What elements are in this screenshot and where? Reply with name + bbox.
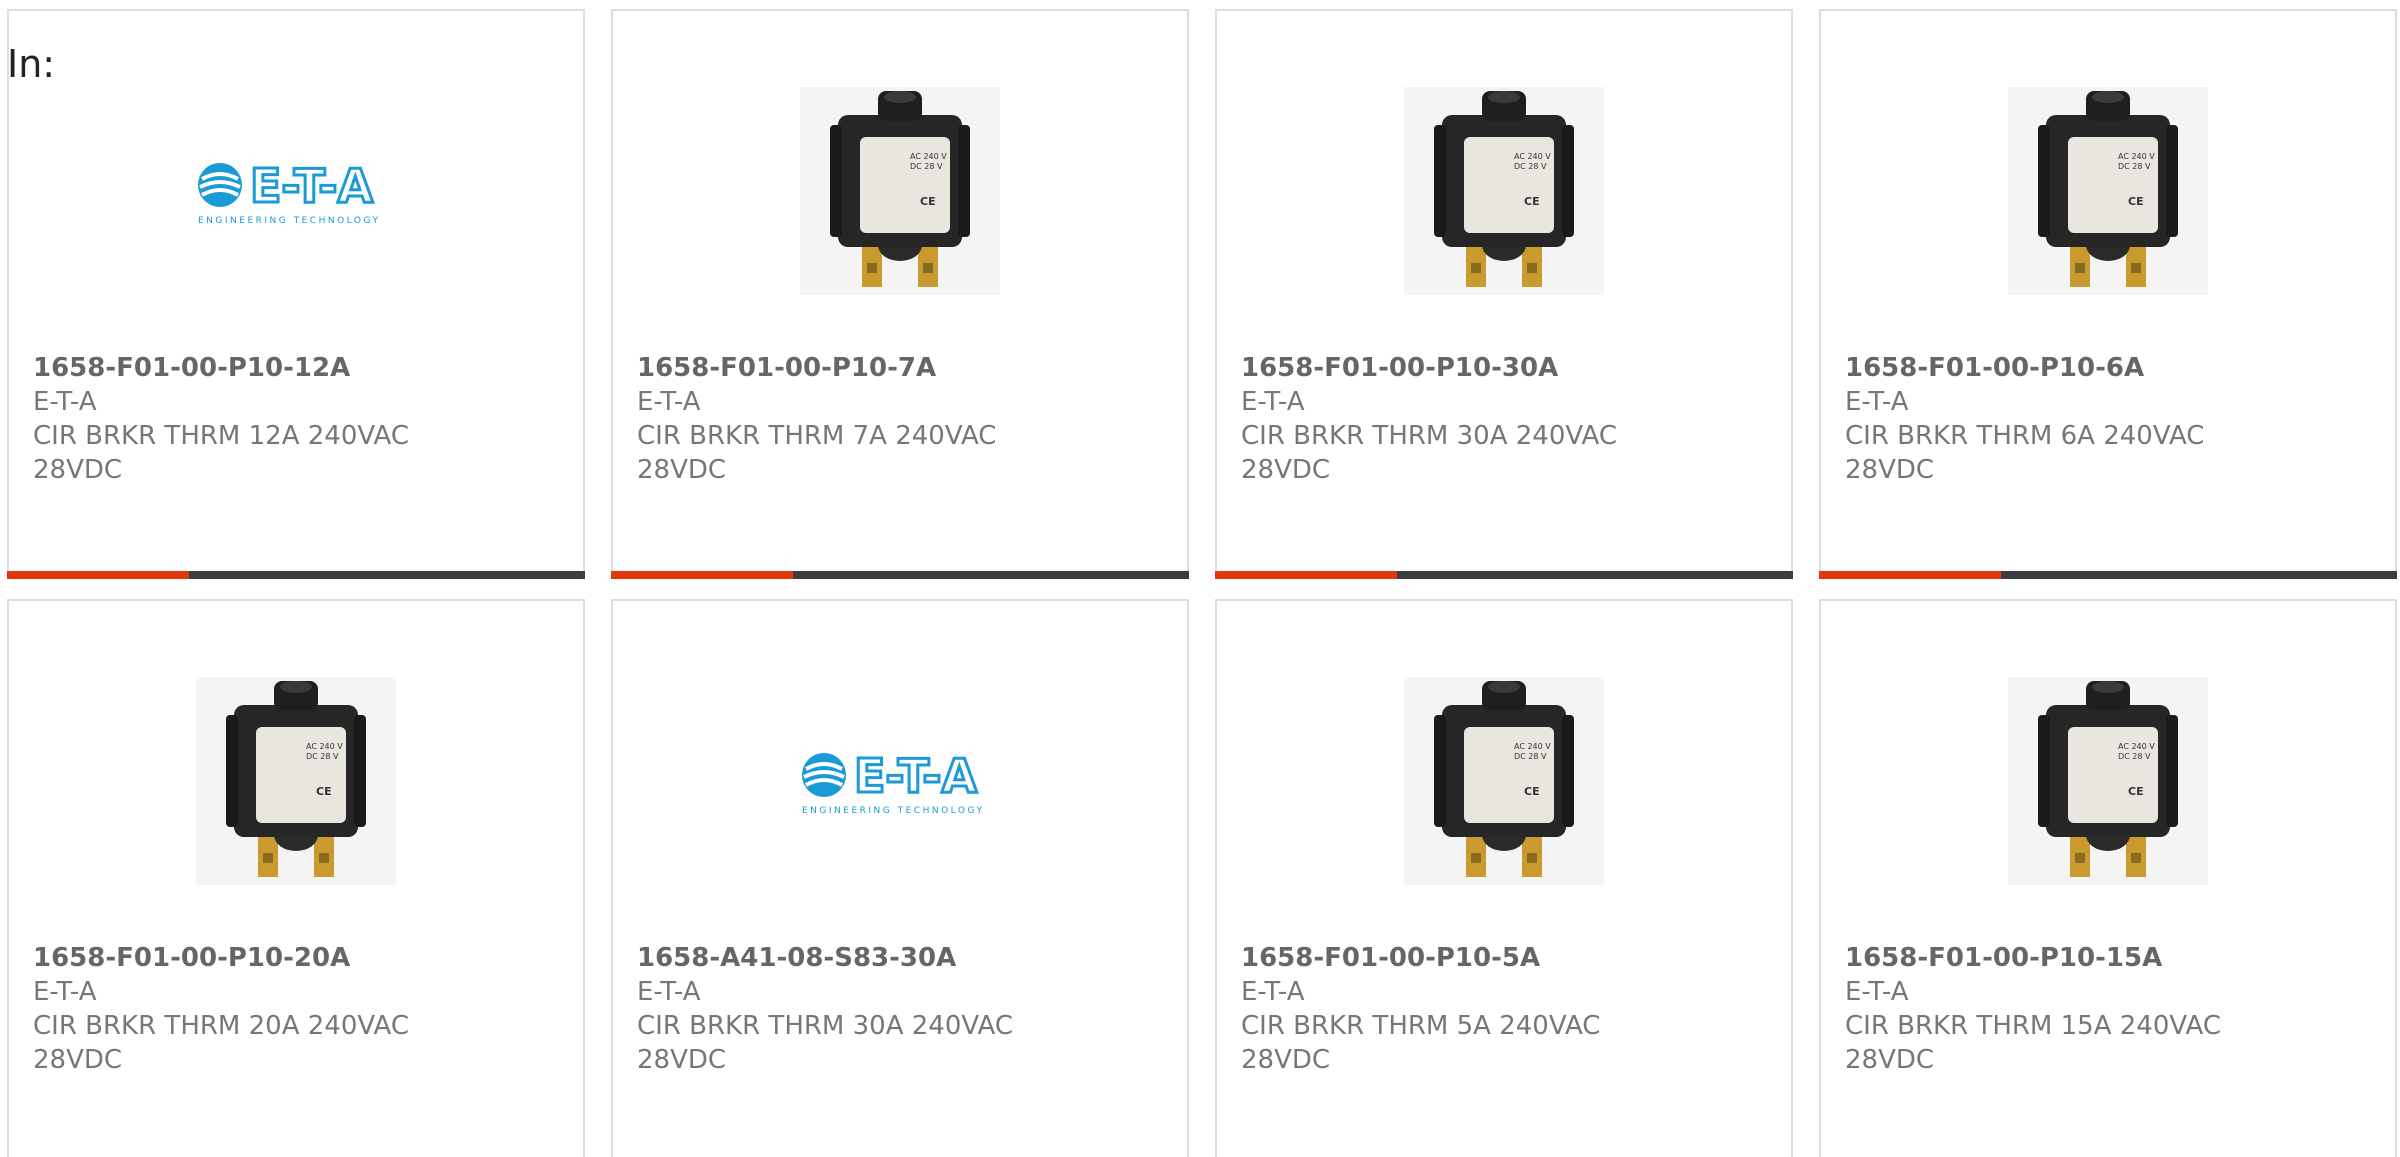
card-progress-bar [1819, 571, 2397, 579]
product-part-number[interactable]: 1658-F01-00-P10-7A [637, 351, 1171, 385]
product-brand: E-T-A [33, 387, 97, 417]
product-card[interactable]: AC 240 V DC 28 V CE 1658-F01-00-P10-15A E… [1819, 599, 2397, 1157]
product-brand: E-T-A [1845, 387, 1909, 417]
product-brand: E-T-A [1241, 387, 1305, 417]
product-part-number[interactable]: 1658-F01-00-P10-6A [1845, 351, 2379, 385]
product-part-number[interactable]: 1658-F01-00-P10-5A [1241, 941, 1775, 975]
card-progress-bar [611, 571, 1189, 579]
product-info: 1658-F01-00-P10-30A E-T-A CIR BRKR THRM 30… [1241, 351, 1775, 487]
product-part-number[interactable]: 1658-A41-08-S83-30A [637, 941, 1171, 975]
card-progress-accent [1215, 571, 1397, 579]
product-info: 1658-A41-08-S83-30A E-T-A CIR BRKR THRM 30… [637, 941, 1171, 1077]
product-image[interactable]: E-T-A ENGINEERING TECHNOLOGY [613, 671, 1187, 891]
product-brand: E-T-A [637, 977, 701, 1007]
product-image[interactable]: AC 240 V DC 28 V CE [1217, 81, 1791, 301]
product-info: 1658-F01-00-P10-7A E-T-A CIR BRKR THRM 7A … [637, 351, 1171, 487]
svg-text:DC 28 V: DC 28 V [2118, 162, 2151, 171]
product-brand: E-T-A [1845, 977, 1909, 1007]
product-description: CIR BRKR THRM 6A 240VAC 28VDC [1845, 421, 2205, 485]
product-grid-page: In: E-T-A ENGINEERING TECHNOLOGY 1658-F0… [0, 0, 2400, 1157]
card-progress-bar [7, 571, 585, 579]
in-label: In: [7, 42, 56, 86]
product-image[interactable]: AC 240 V DC 28 V CE [1821, 671, 2395, 891]
svg-text:AC 240 V: AC 240 V [306, 742, 343, 751]
product-description: CIR BRKR THRM 30A 240VAC 28VDC [1241, 421, 1617, 485]
svg-text:AC 240 V: AC 240 V [1514, 742, 1551, 751]
circuit-breaker-image: AC 240 V DC 28 V CE [1404, 87, 1604, 295]
svg-text:DC 28 V: DC 28 V [1514, 162, 1547, 171]
product-card[interactable]: AC 240 V DC 28 V CE 1658-F01-00-P10-5A E-… [1215, 599, 1793, 1157]
card-progress-accent [7, 571, 189, 579]
product-brand: E-T-A [637, 387, 701, 417]
product-part-number[interactable]: 1658-F01-00-P10-15A [1845, 941, 2379, 975]
svg-text:E-T-A: E-T-A [854, 749, 977, 803]
svg-text:CE: CE [920, 195, 936, 208]
product-card[interactable]: AC 240 V DC 28 V CE 1658-F01-00-P10-30A E… [1215, 9, 1793, 579]
svg-text:DC 28 V: DC 28 V [2118, 752, 2151, 761]
product-description: CIR BRKR THRM 12A 240VAC 28VDC [33, 421, 409, 485]
card-progress-accent [1819, 571, 2001, 579]
product-info: 1658-F01-00-P10-5A E-T-A CIR BRKR THRM 5A … [1241, 941, 1775, 1077]
product-part-number[interactable]: 1658-F01-00-P10-20A [33, 941, 567, 975]
product-card[interactable]: AC 240 V DC 28 V CE 1658-F01-00-P10-20A E… [7, 599, 585, 1157]
product-card[interactable]: E-T-A ENGINEERING TECHNOLOGY 1658-F01-00… [7, 9, 585, 579]
product-card[interactable]: E-T-A ENGINEERING TECHNOLOGY 1658-A41-08… [611, 599, 1189, 1157]
product-description: CIR BRKR THRM 5A 240VAC 28VDC [1241, 1011, 1601, 1075]
circuit-breaker-image: AC 240 V DC 28 V CE [2008, 87, 2208, 295]
svg-text:CE: CE [316, 785, 332, 798]
product-description: CIR BRKR THRM 7A 240VAC 28VDC [637, 421, 997, 485]
circuit-breaker-image: AC 240 V DC 28 V CE [196, 677, 396, 885]
product-part-number[interactable]: 1658-F01-00-P10-12A [33, 351, 567, 385]
svg-text:CE: CE [2128, 195, 2144, 208]
svg-text:ENGINEERING TECHNOLOGY: ENGINEERING TECHNOLOGY [802, 806, 984, 816]
product-image[interactable]: AC 240 V DC 28 V CE [613, 81, 1187, 301]
svg-text:AC 240 V: AC 240 V [1514, 152, 1551, 161]
product-image[interactable]: AC 240 V DC 28 V CE [9, 671, 583, 891]
svg-text:DC 28 V: DC 28 V [306, 752, 339, 761]
svg-text:E-T-A: E-T-A [250, 159, 373, 213]
product-info: 1658-F01-00-P10-20A E-T-A CIR BRKR THRM 20… [33, 941, 567, 1077]
product-description: CIR BRKR THRM 15A 240VAC 28VDC [1845, 1011, 2221, 1075]
svg-text:CE: CE [1524, 785, 1540, 798]
product-brand: E-T-A [1241, 977, 1305, 1007]
product-image[interactable]: AC 240 V DC 28 V CE [1217, 671, 1791, 891]
eta-logo-image: E-T-A ENGINEERING TECHNOLOGY [197, 158, 380, 226]
product-info: 1658-F01-00-P10-12A E-T-A CIR BRKR THRM 12… [33, 351, 567, 487]
circuit-breaker-image: AC 240 V DC 28 V CE [800, 87, 1000, 295]
product-image[interactable]: AC 240 V DC 28 V CE [1821, 81, 2395, 301]
circuit-breaker-image: AC 240 V DC 28 V CE [1404, 677, 1604, 885]
svg-text:ENGINEERING TECHNOLOGY: ENGINEERING TECHNOLOGY [198, 216, 380, 226]
product-info: 1658-F01-00-P10-15A E-T-A CIR BRKR THRM 15… [1845, 941, 2379, 1077]
card-progress-bar [1215, 571, 1793, 579]
eta-logo-image: E-T-A ENGINEERING TECHNOLOGY [801, 748, 984, 816]
product-brand: E-T-A [33, 977, 97, 1007]
card-progress-accent [611, 571, 793, 579]
product-description: CIR BRKR THRM 30A 240VAC 28VDC [637, 1011, 1013, 1075]
svg-text:DC 28 V: DC 28 V [1514, 752, 1547, 761]
product-card[interactable]: AC 240 V DC 28 V CE 1658-F01-00-P10-6A E-… [1819, 9, 2397, 579]
svg-text:CE: CE [1524, 195, 1540, 208]
circuit-breaker-image: AC 240 V DC 28 V CE [2008, 677, 2208, 885]
product-part-number[interactable]: 1658-F01-00-P10-30A [1241, 351, 1775, 385]
product-info: 1658-F01-00-P10-6A E-T-A CIR BRKR THRM 6A … [1845, 351, 2379, 487]
svg-text:CE: CE [2128, 785, 2144, 798]
svg-text:AC 240 V: AC 240 V [2118, 152, 2155, 161]
product-card[interactable]: AC 240 V DC 28 V CE 1658-F01-00-P10-7A E-… [611, 9, 1189, 579]
svg-text:DC 28 V: DC 28 V [910, 162, 943, 171]
svg-text:AC 240 V: AC 240 V [910, 152, 947, 161]
svg-text:AC 240 V: AC 240 V [2118, 742, 2155, 751]
product-image[interactable]: E-T-A ENGINEERING TECHNOLOGY [9, 81, 583, 301]
product-description: CIR BRKR THRM 20A 240VAC 28VDC [33, 1011, 409, 1075]
